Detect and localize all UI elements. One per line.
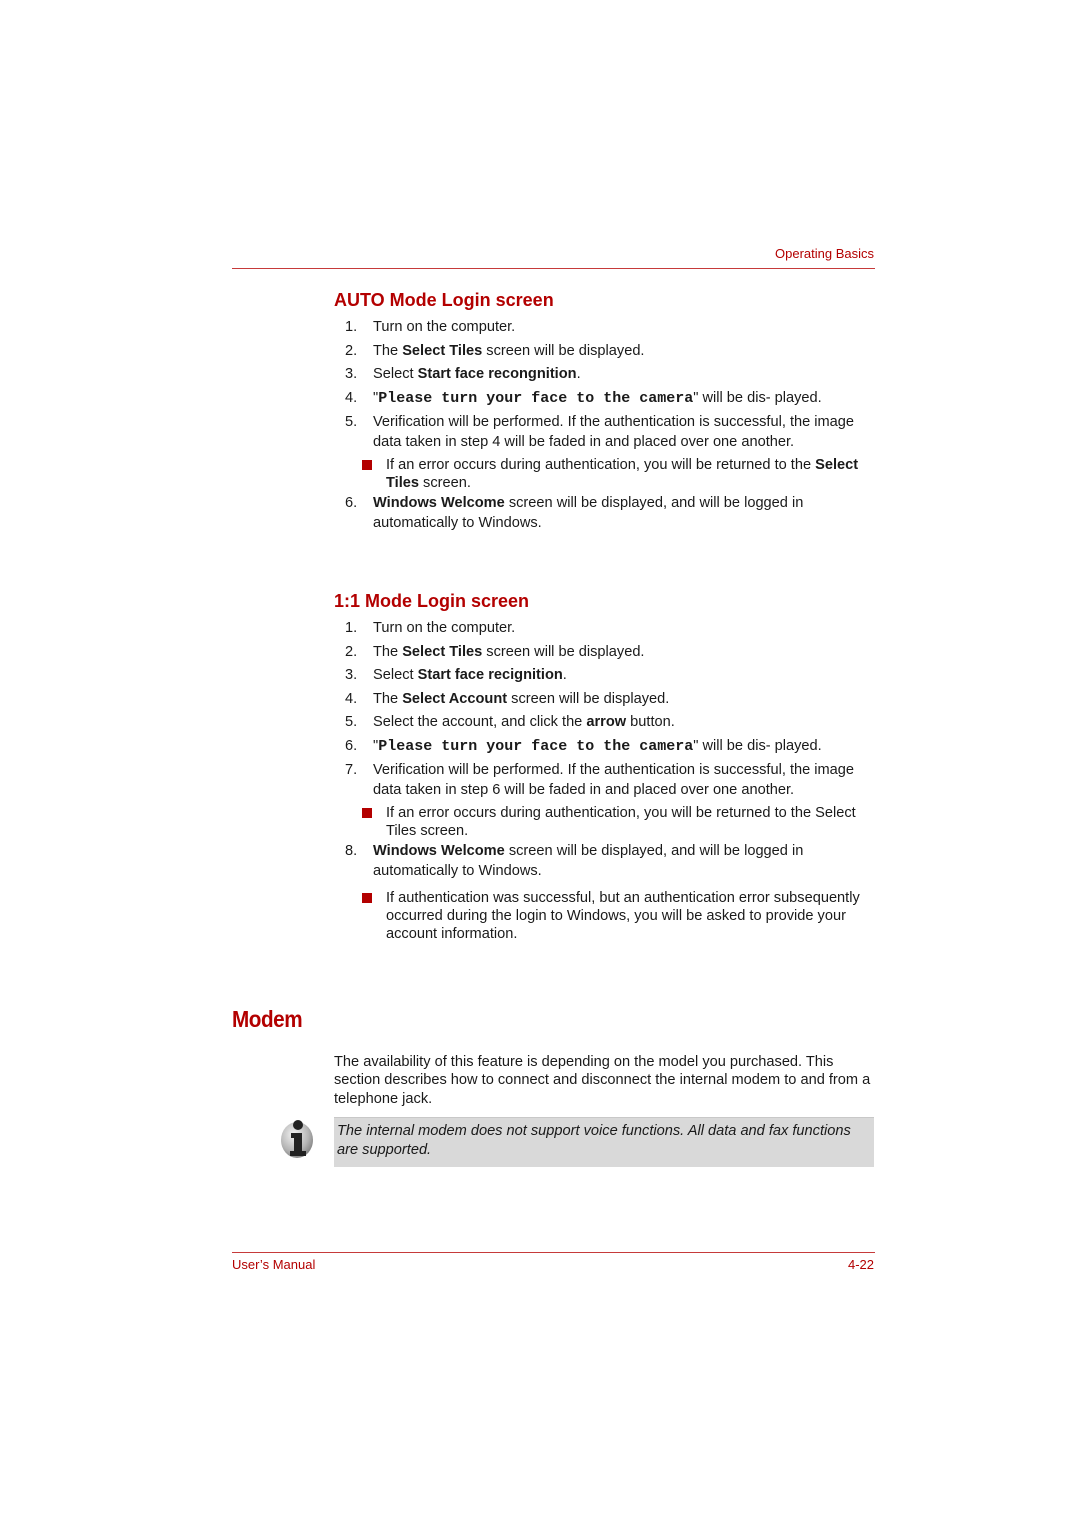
modem-note-box: The internal modem does not support voic…	[334, 1117, 874, 1167]
step-number: 5.	[345, 714, 358, 730]
list-item: 2. The Select Tiles screen will be displa…	[334, 642, 874, 662]
step-number: 5.	[345, 414, 358, 430]
bold-term: Select Account	[402, 690, 508, 707]
auto-mode-steps: 1. Turn on the computer. 2. The Select Tile…	[334, 317, 874, 452]
list-item: 2. The Select Tiles screen will be displa…	[334, 341, 874, 361]
running-header: Operating Basics	[775, 246, 874, 261]
list-item: 1. Turn on the computer.	[334, 618, 874, 638]
text-run: .	[562, 667, 567, 683]
text-run: If authentication was successful, but an…	[386, 890, 860, 942]
bold-term: Select Tiles	[402, 342, 483, 359]
footer-manual-title: User’s Manual	[232, 1257, 316, 1272]
list-item: 5. Verification will be performed. If the…	[334, 412, 874, 452]
text-run: screen.	[419, 475, 471, 491]
step-number: 3.	[345, 667, 358, 683]
modem-paragraph: The availability of this feature is depe…	[334, 1054, 871, 1107]
step-number: 4.	[345, 389, 358, 406]
text-run: Select	[373, 667, 418, 683]
one-to-one-mode-section: 1:1 Mode Login screen 1. Turn on the comp…	[334, 591, 874, 944]
text-run: screen will be displayed.	[482, 643, 645, 660]
one-to-one-mode-note: If an error occurs during authentication…	[334, 804, 874, 840]
auto-mode-note: If an error occurs during authentication…	[334, 456, 874, 492]
bold-term: Select Tiles	[402, 643, 483, 660]
list-item: 3. Select Start face recongnition.	[334, 364, 874, 384]
text-run: The	[373, 342, 403, 359]
text-run: Turn on the computer.	[373, 620, 516, 636]
screen-message: Please turn your face to the camera	[378, 737, 694, 755]
list-item: 6. Windows Welcome screen will be display…	[334, 493, 874, 533]
one-to-one-mode-heading: 1:1 Mode Login screen	[334, 591, 530, 611]
auto-mode-steps-after: 6. Windows Welcome screen will be display…	[334, 493, 874, 533]
text-run: button.	[626, 714, 675, 730]
note-text: If an error occurs during authentication…	[386, 457, 858, 491]
page-number: 4-22	[847, 1257, 874, 1272]
header-rule	[232, 268, 875, 269]
step-number: 3.	[345, 366, 358, 382]
note-text: If an error occurs during authentication…	[386, 805, 856, 839]
step-number: 6.	[345, 495, 358, 511]
bullet-square-icon	[362, 893, 372, 903]
text-run: Select	[373, 366, 418, 382]
one-to-one-mode-steps: 1. Turn on the computer. 2. The Select Tile…	[334, 618, 874, 800]
text-run: .	[576, 366, 581, 382]
manual-page: Operating Basics AUTO Mode Login screen …	[0, 0, 1080, 1528]
text-run: The	[373, 643, 403, 660]
info-icon	[281, 1120, 313, 1158]
footer-rule	[232, 1252, 875, 1253]
list-item: 4. The Select Account screen will be disp…	[334, 689, 874, 709]
text-run: If an error occurs during authentication…	[386, 805, 856, 839]
step-number: 4.	[345, 690, 358, 707]
text-run: The	[373, 690, 403, 707]
step-number: 1.	[345, 620, 358, 636]
text-run: screen will be displayed.	[482, 342, 645, 359]
modem-heading: Modem	[232, 1006, 303, 1032]
step-number: 8.	[345, 843, 358, 859]
step-number: 2.	[345, 342, 358, 359]
list-item: 1. Turn on the computer.	[334, 317, 874, 337]
text-run: screen will be displayed.	[507, 690, 670, 707]
list-item: 5. Select the account, and click the arro…	[334, 712, 874, 732]
auto-mode-heading: AUTO Mode Login screen	[334, 290, 554, 310]
bold-term: Start face recignition	[417, 667, 563, 683]
text-run: Verification will be performed. If the a…	[373, 762, 855, 798]
bold-term: Windows Welcome	[373, 495, 505, 511]
note-text: If authentication was successful, but an…	[386, 890, 860, 942]
bullet-square-icon	[362, 460, 372, 470]
text-run: " will be dis- played.	[693, 737, 822, 754]
text-run: Select the account, and click the	[373, 714, 587, 730]
step-number: 1.	[345, 319, 358, 335]
text-run: Verification will be performed. If the a…	[373, 414, 855, 450]
step-number: 7.	[345, 762, 358, 778]
auto-mode-section: AUTO Mode Login screen 1. Turn on the com…	[334, 290, 874, 537]
list-item: 3. Select Start face recignition.	[334, 665, 874, 685]
bullet-square-icon	[362, 808, 372, 818]
one-to-one-mode-steps-after: 8. Windows Welcome screen will be display…	[334, 841, 874, 881]
list-item: 7. Verification will be performed. If the…	[334, 760, 874, 800]
one-to-one-mode-note-after: If authentication was successful, but an…	[334, 889, 874, 943]
list-item: 8. Windows Welcome screen will be display…	[334, 841, 874, 881]
modem-note-text: The internal modem does not support voic…	[337, 1123, 851, 1158]
bold-term: Start face recongnition	[417, 366, 577, 382]
bold-term: Windows Welcome	[373, 843, 505, 859]
list-item: 6. "Please turn your face to the camera" …	[334, 736, 874, 757]
screen-message: Please turn your face to the camera	[378, 389, 694, 407]
bold-term: arrow	[586, 714, 627, 730]
step-number: 6.	[345, 737, 358, 754]
step-number: 2.	[345, 643, 358, 660]
text-run: Turn on the computer.	[373, 319, 516, 335]
list-item: 4. "Please turn your face to the camera" …	[334, 388, 874, 409]
text-run: " will be dis- played.	[693, 389, 822, 406]
text-run: If an error occurs during authentication…	[386, 457, 816, 473]
